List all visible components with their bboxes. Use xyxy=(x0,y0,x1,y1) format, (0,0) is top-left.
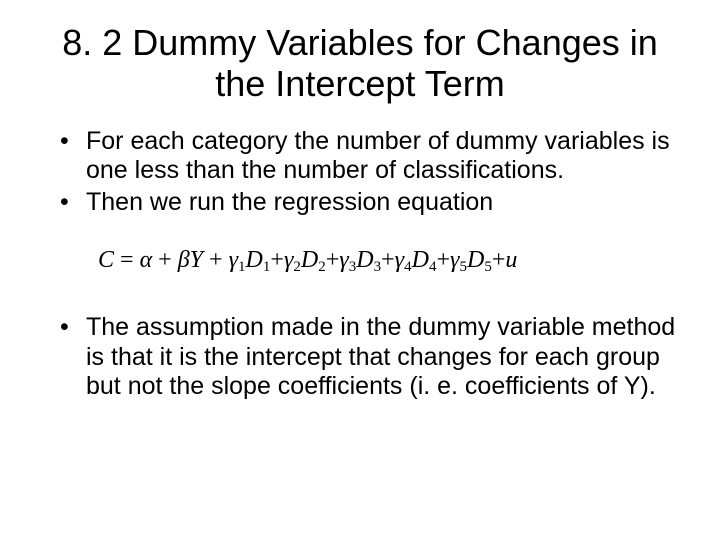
eq-plus: + xyxy=(152,247,178,273)
eq-D: D xyxy=(301,247,318,273)
eq-sub: 2 xyxy=(293,259,301,275)
eq-D: D xyxy=(467,247,484,273)
eq-sub: 3 xyxy=(374,259,382,275)
eq-Y: Y xyxy=(190,247,203,273)
eq-sub: 1 xyxy=(238,259,246,275)
eq-plus: + xyxy=(381,247,395,273)
eq-gamma: γ xyxy=(284,247,293,273)
bullets-top: For each category the number of dummy va… xyxy=(40,127,680,218)
bullet-item: The assumption made in the dummy variabl… xyxy=(60,313,680,402)
eq-plus: + xyxy=(326,247,340,273)
slide: 8. 2 Dummy Variables for Changes in the … xyxy=(0,0,720,540)
eq-D: D xyxy=(246,247,263,273)
eq-sub: 5 xyxy=(484,259,492,275)
eq-plus: + xyxy=(203,247,229,273)
eq-eq: = xyxy=(114,247,140,273)
slide-title: 8. 2 Dummy Variables for Changes in the … xyxy=(40,22,680,105)
eq-gamma: γ xyxy=(339,247,348,273)
eq-plus: + xyxy=(270,247,284,273)
bullets-bottom: The assumption made in the dummy variabl… xyxy=(40,313,680,402)
eq-alpha: α xyxy=(140,247,153,273)
regression-equation: C = α + βY + γ1D1+γ2D2+γ3D3+γ4D4+γ5D5+u xyxy=(98,247,680,279)
eq-gamma: γ xyxy=(395,247,404,273)
bullet-item: For each category the number of dummy va… xyxy=(60,127,680,186)
eq-sub: 2 xyxy=(318,259,326,275)
bullet-item: Then we run the regression equation xyxy=(60,188,680,218)
eq-sub: 4 xyxy=(404,259,412,275)
eq-u: u xyxy=(505,247,517,273)
eq-D: D xyxy=(412,247,429,273)
eq-lhs: C xyxy=(98,247,114,273)
eq-beta: β xyxy=(178,247,190,273)
eq-gamma: γ xyxy=(229,247,238,273)
eq-plus: + xyxy=(436,247,450,273)
eq-sub: 5 xyxy=(459,259,467,275)
eq-plus: + xyxy=(492,247,506,273)
eq-D: D xyxy=(356,247,373,273)
